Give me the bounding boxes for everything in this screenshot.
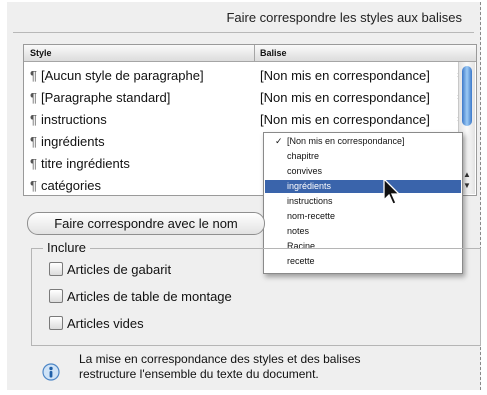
scroll-up-icon[interactable]: ▲ (462, 170, 472, 180)
menu-item[interactable]: convives (265, 165, 461, 178)
include-option[interactable]: Articles vides (49, 316, 144, 331)
checkmark-icon: ✓ (275, 136, 283, 146)
scroll-thumb[interactable] (462, 66, 472, 126)
table-row[interactable]: ¶ [Aucun style de paragraphe] [Non mis en… (24, 65, 464, 87)
include-option[interactable]: Articles de table de montage (49, 289, 232, 304)
checkbox-label: Articles de gabarit (67, 262, 172, 277)
title-divider (13, 32, 474, 33)
info-icon (42, 363, 60, 381)
info-line: restructure l'ensemble du texte du docum… (79, 367, 319, 381)
column-header-style[interactable]: Style (30, 48, 52, 58)
tag-select[interactable]: [Non mis en correspondance] (260, 112, 430, 127)
checkbox-label: Articles vides (67, 316, 144, 331)
menu-item[interactable]: instructions (265, 195, 461, 208)
paragraph-style-icon: ¶ (30, 156, 37, 171)
dialog: Faire correspondre les styles aux balise… (7, 2, 481, 390)
column-divider (254, 45, 255, 61)
include-option[interactable]: Articles de gabarit (49, 262, 171, 277)
table-row[interactable]: ¶ [Paragraphe standard] [Non mis en corre… (24, 87, 464, 109)
checkbox[interactable] (49, 316, 63, 330)
menu-item[interactable]: notes (265, 225, 461, 238)
tag-select[interactable]: [Non mis en correspondance] (260, 90, 430, 105)
include-legend: Inclure (43, 240, 91, 255)
checkbox-label: Articles de table de montage (67, 289, 232, 304)
table-header: Style Balise (24, 45, 476, 62)
menu-item[interactable]: nom-recette (265, 210, 461, 223)
paragraph-style-icon: ¶ (30, 178, 37, 193)
menu-item[interactable]: chapitre (265, 150, 461, 163)
menu-item-selected[interactable]: ingrédients (265, 180, 461, 193)
table-row[interactable]: ¶ instructions [Non mis en correspondance… (24, 109, 464, 131)
checkbox[interactable] (49, 262, 63, 276)
style-name: ingrédients (40, 134, 105, 149)
style-name: [Paragraphe standard] (40, 90, 171, 105)
menu-item[interactable]: ✓ [Non mis en correspondance] (265, 135, 461, 148)
checkbox[interactable] (49, 289, 63, 303)
paragraph-style-icon: ¶ (30, 112, 37, 127)
tag-select[interactable]: [Non mis en correspondance] (260, 68, 430, 83)
paragraph-style-icon: ¶ (30, 90, 37, 105)
paragraph-style-icon: ¶ (30, 134, 37, 149)
dialog-title: Faire correspondre les styles aux balise… (226, 10, 462, 25)
style-name: [Aucun style de paragraphe] (40, 68, 204, 83)
scroll-down-icon[interactable]: ▼ (462, 181, 472, 191)
mouse-pointer-icon (383, 178, 401, 205)
paragraph-style-icon: ¶ (30, 68, 37, 83)
style-name: instructions (40, 112, 107, 127)
info-line: La mise en correspondance des styles et … (79, 352, 361, 366)
style-name: catégories (40, 178, 101, 193)
match-by-name-button[interactable]: Faire correspondre avec le nom (27, 212, 265, 235)
style-name: titre ingrédients (40, 156, 130, 171)
info-message: La mise en correspondance des styles et … (79, 352, 409, 382)
column-header-balise[interactable]: Balise (260, 48, 287, 58)
